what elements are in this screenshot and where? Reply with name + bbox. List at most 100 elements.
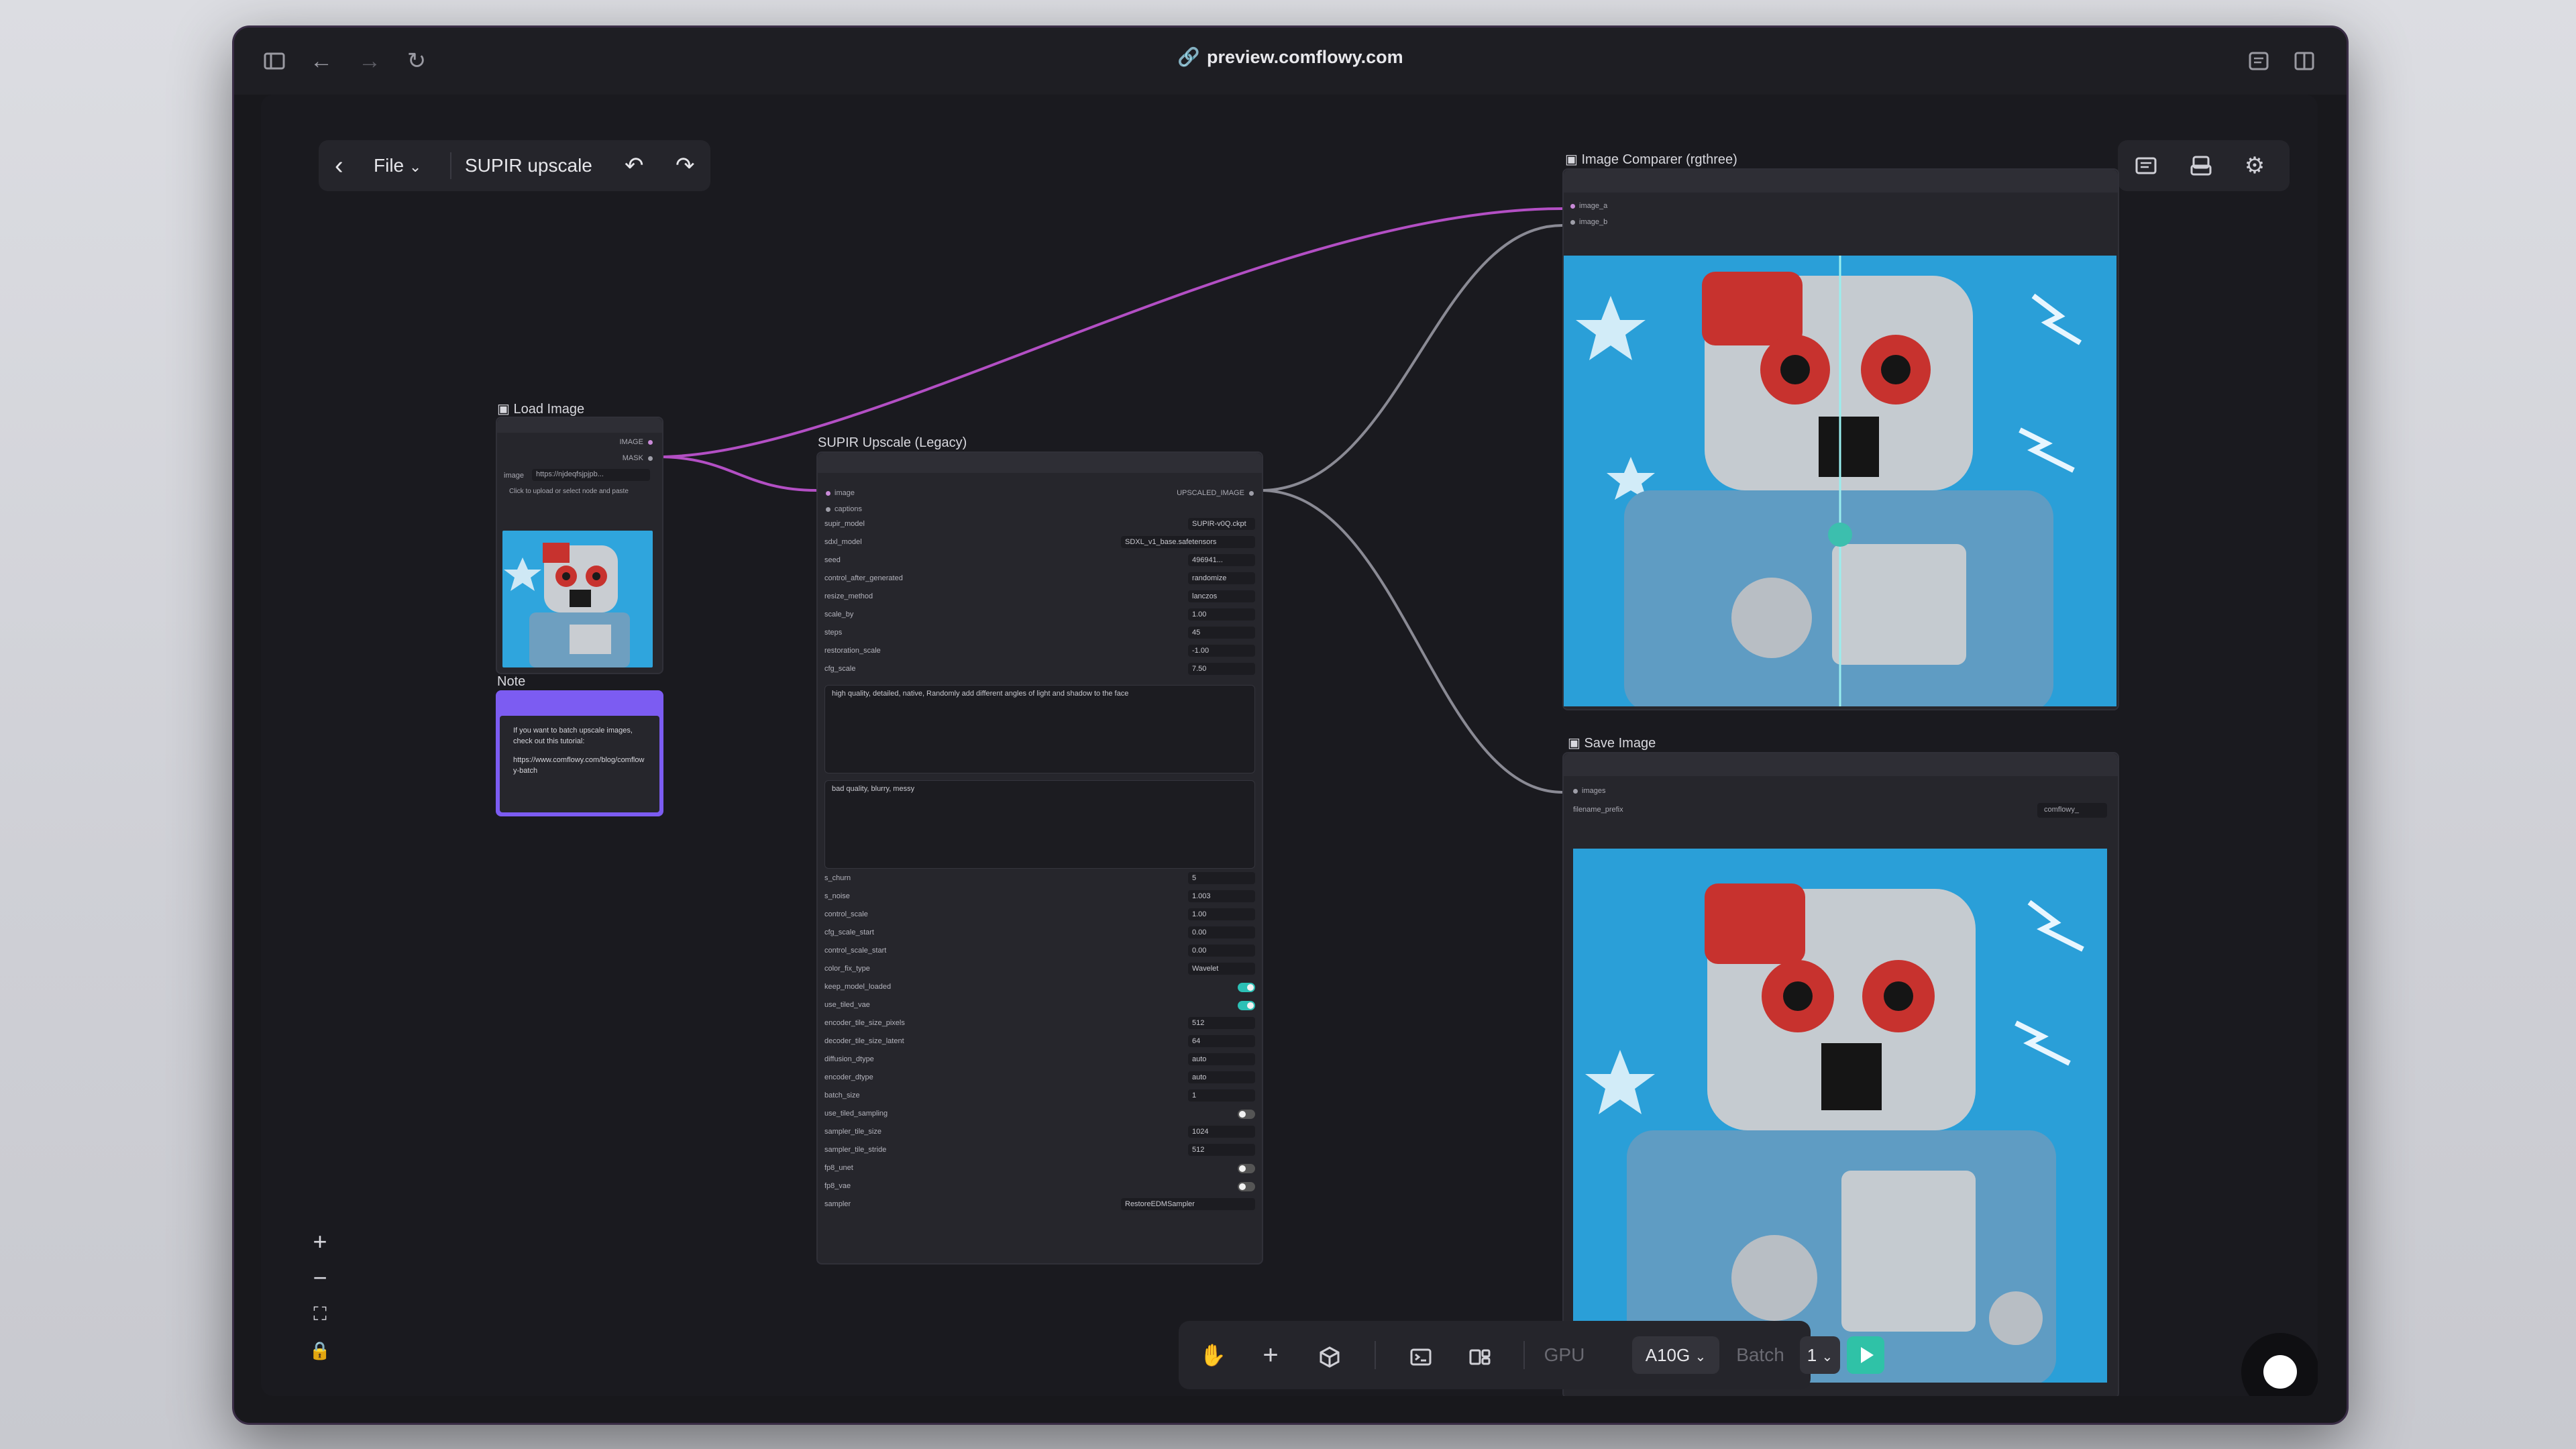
input-a-socket[interactable]: image_a [1570, 202, 1607, 210]
param-value[interactable]: 512 [1188, 1017, 1255, 1029]
plus-icon[interactable]: + [1254, 1321, 1287, 1389]
param-row[interactable]: sampler_tile_stride 512 [824, 1143, 1255, 1158]
hand-icon[interactable]: ✋ [1196, 1321, 1230, 1389]
param-value[interactable]: auto [1188, 1053, 1255, 1065]
run-button[interactable] [1847, 1336, 1884, 1374]
param-value[interactable]: 1024 [1188, 1126, 1255, 1138]
gallery-icon[interactable] [2188, 152, 2214, 179]
file-menu-button[interactable]: File ⌄ [374, 140, 421, 191]
param-value[interactable]: 1.003 [1188, 890, 1255, 902]
terminal-icon[interactable] [1404, 1321, 1438, 1389]
param-row[interactable]: control_scale_start 0.00 [824, 944, 1255, 959]
param-row[interactable]: sampler RestoreEDMSampler [824, 1197, 1255, 1212]
param-value[interactable]: 5 [1188, 872, 1255, 884]
lock-icon[interactable]: 🔒 [294, 1336, 345, 1365]
param-row[interactable]: steps 45 [824, 626, 1255, 641]
note-node[interactable]: If you want to batch upscale images, che… [496, 690, 663, 816]
param-value[interactable]: 496941... [1188, 554, 1255, 566]
gear-icon[interactable]: ⚙ [2241, 152, 2268, 179]
layout-icon[interactable] [1463, 1321, 1497, 1389]
param-value[interactable]: 7.50 [1188, 663, 1255, 675]
param-row[interactable]: batch_size 1 [824, 1089, 1255, 1104]
param-row[interactable]: restoration_scale -1.00 [824, 644, 1255, 659]
param-row[interactable]: decoder_tile_size_latent 64 [824, 1034, 1255, 1049]
load-image-node[interactable]: IMAGE MASK image https://njdeqfsjpjpb...… [496, 417, 663, 674]
param-value[interactable]: -1.00 [1188, 645, 1255, 657]
param-value[interactable]: 0.00 [1188, 926, 1255, 938]
supir-upscale-node[interactable]: image captions UPSCALED_IMAGE supir_mode… [816, 451, 1263, 1265]
param-row[interactable]: use_tiled_sampling [824, 1107, 1255, 1122]
param-value[interactable]: SDXL_v1_base.safetensors [1121, 536, 1255, 548]
param-toggle[interactable] [1238, 1110, 1255, 1119]
input-captions-socket[interactable]: captions [826, 505, 862, 513]
note-text[interactable]: If you want to batch upscale images, che… [513, 725, 647, 776]
input-b-socket[interactable]: image_b [1570, 218, 1607, 226]
negative-prompt-field[interactable]: bad quality, blurry, messy [824, 780, 1255, 869]
param-value[interactable]: RestoreEDMSampler [1121, 1198, 1255, 1210]
param-value[interactable]: randomize [1188, 572, 1255, 584]
param-row[interactable]: sdxl_model SDXL_v1_base.safetensors [824, 535, 1255, 550]
undo-icon[interactable]: ↶ [625, 140, 644, 191]
save-image-node[interactable]: images filename_prefix comflowy_ [1562, 752, 2119, 1396]
param-toggle[interactable] [1238, 1182, 1255, 1191]
fit-view-icon[interactable]: ⛶ [294, 1299, 345, 1329]
param-value[interactable]: auto [1188, 1071, 1255, 1083]
batch-select[interactable]: 1 ⌄ [1800, 1336, 1840, 1374]
param-row[interactable]: s_churn 5 [824, 871, 1255, 886]
param-toggle[interactable] [1238, 1001, 1255, 1010]
param-row[interactable]: fp8_vae [824, 1179, 1255, 1194]
input-image-socket[interactable]: image [826, 489, 855, 497]
param-row[interactable]: fp8_unet [824, 1161, 1255, 1176]
reader-icon[interactable] [2245, 48, 2272, 74]
param-value[interactable]: Wavelet [1188, 963, 1255, 975]
param-row[interactable]: control_scale 1.00 [824, 908, 1255, 922]
param-row[interactable]: keep_model_loaded [824, 980, 1255, 995]
filename-prefix-field[interactable]: comflowy_ [2037, 803, 2107, 818]
param-row[interactable]: diffusion_dtype auto [824, 1053, 1255, 1067]
note-link[interactable]: https://www.comflowy.com/blog/comflowy-b… [513, 755, 647, 776]
positive-prompt-field[interactable]: high quality, detailed, native, Randomly… [824, 685, 1255, 773]
param-value[interactable]: 1.00 [1188, 608, 1255, 621]
param-value[interactable]: 512 [1188, 1144, 1255, 1156]
workflow-canvas[interactable]: ‹ File ⌄ SUPIR upscale ↶ ↷ ⚙ ▣ Load Imag… [261, 95, 2318, 1396]
param-value[interactable]: 64 [1188, 1035, 1255, 1047]
param-row[interactable]: seed 496941... [824, 553, 1255, 568]
input-images-socket[interactable]: images [1573, 787, 1605, 795]
param-row[interactable]: encoder_tile_size_pixels 512 [824, 1016, 1255, 1031]
param-value[interactable]: SUPIR-v0Q.ckpt [1188, 518, 1255, 530]
param-value[interactable]: 0.00 [1188, 945, 1255, 957]
cube-icon[interactable] [1313, 1321, 1346, 1389]
back-chevron-icon[interactable]: ‹ [335, 140, 343, 191]
address-bar[interactable]: 🔗 preview.comflowy.com [234, 46, 2347, 68]
output-upscaled-socket[interactable]: UPSCALED_IMAGE [1177, 489, 1254, 497]
param-row[interactable]: sampler_tile_size 1024 [824, 1125, 1255, 1140]
param-row[interactable]: scale_by 1.00 [824, 608, 1255, 623]
param-value[interactable]: 45 [1188, 627, 1255, 639]
param-value[interactable]: lanczos [1188, 590, 1255, 602]
redo-icon[interactable]: ↷ [676, 140, 695, 191]
split-view-icon[interactable] [2291, 48, 2318, 74]
param-row[interactable]: resize_method lanczos [824, 590, 1255, 604]
image-comparer-node[interactable]: image_a image_b [1562, 168, 2119, 710]
param-toggle[interactable] [1238, 1164, 1255, 1173]
param-row[interactable]: use_tiled_vae [824, 998, 1255, 1013]
param-row[interactable]: s_noise 1.003 [824, 890, 1255, 904]
param-row[interactable]: color_fix_type Wavelet [824, 962, 1255, 977]
param-row[interactable]: supir_model SUPIR-v0Q.ckpt [824, 517, 1255, 532]
param-toggle[interactable] [1238, 983, 1255, 992]
url-text: preview.comflowy.com [1207, 47, 1403, 67]
param-row[interactable]: cfg_scale 7.50 [824, 662, 1255, 677]
workflow-title[interactable]: SUPIR upscale [465, 140, 592, 191]
image-url-field[interactable]: https://njdeqfsjpjpb... [532, 469, 650, 481]
panel-icon[interactable] [2133, 152, 2159, 179]
param-value[interactable]: 1 [1188, 1089, 1255, 1102]
comparison-image[interactable] [1564, 256, 2116, 706]
zoom-in-icon[interactable]: + [294, 1227, 345, 1256]
param-row[interactable]: encoder_dtype auto [824, 1071, 1255, 1085]
param-row[interactable]: control_after_generated randomize [824, 572, 1255, 586]
param-row[interactable]: cfg_scale_start 0.00 [824, 926, 1255, 941]
gpu-select[interactable]: A10G ⌄ [1632, 1336, 1719, 1374]
param-value[interactable]: 1.00 [1188, 908, 1255, 920]
zoom-out-icon[interactable]: − [294, 1263, 345, 1293]
upload-hint[interactable]: Click to upload or select node and paste [509, 488, 629, 495]
